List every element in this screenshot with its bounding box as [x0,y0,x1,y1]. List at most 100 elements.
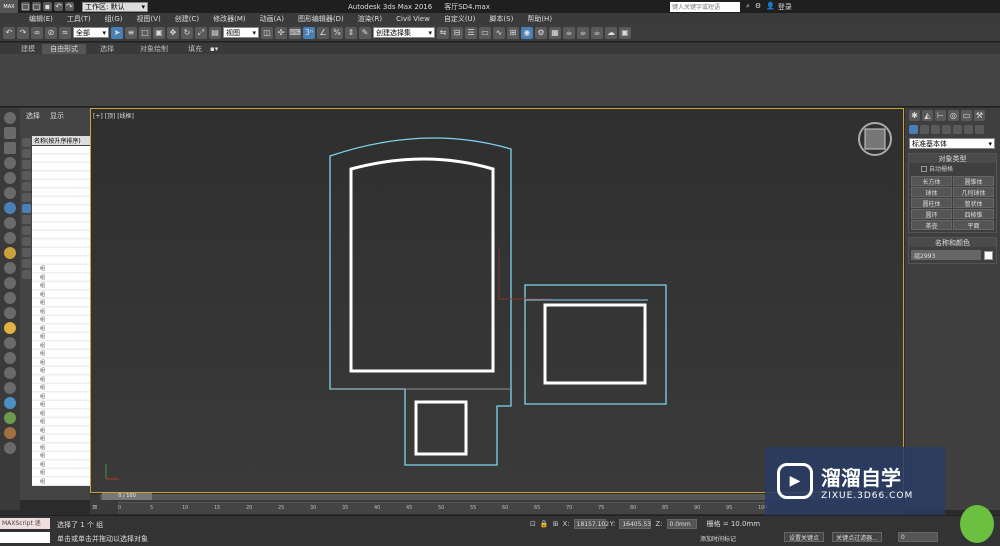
scene-list-header[interactable]: 名称(按升序排序) [32,136,90,145]
scene-filter-xrefs-icon[interactable] [21,215,31,224]
curve-editor-icon[interactable]: ∿ [493,26,505,39]
scene-list-item[interactable] [32,240,90,249]
spinner-snap-icon[interactable]: ⇕ [345,26,357,39]
ribbon-tab-object-paint[interactable]: 对象绘制 [128,44,180,54]
x-coordinate-field[interactable]: 18157.102 [573,519,609,529]
ribbon-tab-populate[interactable]: 填充 [180,44,210,54]
save-icon[interactable]: ▪ [43,2,52,11]
new-file-icon[interactable]: □ [21,2,30,11]
scene-list-item[interactable] [32,146,90,155]
helpers-icon[interactable] [953,125,962,134]
shape-door-outline[interactable] [329,137,512,466]
create-camera-icon[interactable] [4,172,16,184]
create-bone-icon[interactable] [4,352,16,364]
render-activeshade-icon[interactable]: ☕ [591,26,603,39]
scene-list-item[interactable] [32,214,90,223]
add-time-tag[interactable]: 添加时间标记 [700,534,736,543]
scene-list-item[interactable] [32,223,90,232]
align-icon[interactable]: ⊟ [451,26,463,39]
scene-list-item[interactable]: 组 [32,427,90,436]
create-biped-icon[interactable] [4,367,16,379]
undo-icon[interactable]: ↶ [54,2,63,11]
menu-edit[interactable]: 编辑(E) [22,14,60,24]
ribbon-options-icon[interactable]: ▪▾ [210,45,218,53]
scene-tab-select[interactable]: 选择 [26,111,40,120]
scene-list-item[interactable] [32,180,90,189]
geosphere-button[interactable]: 几何球体 [953,187,994,197]
track-bar-icon[interactable]: ≡ [92,503,98,511]
menu-group[interactable]: 组(G) [98,14,130,24]
window-crossing-icon[interactable]: ▣ [153,26,165,39]
create-fluid-icon[interactable] [4,382,16,394]
scene-filter-more-icon[interactable] [21,270,31,279]
scene-filter-helpers-icon[interactable] [21,182,31,191]
display-tab-icon[interactable]: ▭ [961,110,972,121]
lock-icon[interactable]: 🔒 [540,520,549,528]
keyboard-shortcut-icon[interactable]: ⌨ [289,26,301,39]
torus-button[interactable]: 圆环 [911,209,952,219]
time-slider-thumb[interactable]: 0 / 100 [102,493,152,500]
scene-list-item[interactable]: 组 [32,274,90,283]
scene-list-item[interactable]: 组 [32,299,90,308]
create-misc-icon[interactable] [4,442,16,454]
scene-list-item[interactable] [32,206,90,215]
scene-tab-display[interactable]: 显示 [50,111,64,120]
scene-list-item[interactable] [32,257,90,266]
scene-list-item[interactable]: 组 [32,367,90,376]
open-file-icon[interactable]: ▢ [32,2,41,11]
create-tab-icon[interactable]: ✱ [909,110,920,121]
create-globe-icon[interactable] [4,397,16,409]
cameras-icon[interactable] [942,125,951,134]
hierarchy-tab-icon[interactable]: ⊢ [935,110,946,121]
scene-filter-invert-icon[interactable] [21,259,31,268]
rotate-icon[interactable]: ↻ [181,26,193,39]
material-editor-icon[interactable]: ◉ [521,26,533,39]
login-button[interactable]: 登录 [778,2,792,12]
mirror-icon[interactable]: ⇋ [437,26,449,39]
create-system-icon[interactable] [4,232,16,244]
scene-list-item[interactable]: 组 [32,282,90,291]
percent-snap-icon[interactable]: % [331,26,343,39]
shapes-icon[interactable] [920,125,929,134]
scene-list-item[interactable] [32,248,90,257]
spacewarps-icon[interactable] [964,125,973,134]
scene-list-item[interactable]: 组 [32,418,90,427]
set-key-button[interactable]: 设置关键点 [784,532,824,542]
teapot-button[interactable]: 茶壶 [911,220,952,230]
create-light-icon[interactable] [4,157,16,169]
plane-button[interactable]: 平面 [953,220,994,230]
scene-list-item[interactable]: 组 [32,393,90,402]
scale-icon[interactable]: ⤢ [195,26,207,39]
schematic-view-icon[interactable]: ⊞ [507,26,519,39]
menu-views[interactable]: 视图(V) [130,14,168,24]
cylinder-button[interactable]: 圆柱体 [911,198,952,208]
scene-list-item[interactable] [32,231,90,240]
rect-selection-icon[interactable]: □ [139,26,151,39]
ribbon-tab-selection[interactable]: 选择 [86,44,128,54]
scene-list-item[interactable] [32,172,90,181]
scene-list-item[interactable]: 组 [32,401,90,410]
scene-list-item[interactable] [32,155,90,164]
absolute-mode-icon[interactable]: ⊞ [553,520,559,528]
select-by-name-icon[interactable]: ≡ [125,26,137,39]
ribbon-tab-freeform[interactable]: 自由形式 [42,43,86,54]
menu-customize[interactable]: 自定义(U) [437,14,483,24]
rendered-frame-icon[interactable]: ▦ [549,26,561,39]
scene-list-item[interactable]: 组 [32,376,90,385]
create-torus-icon[interactable] [4,277,16,289]
create-box-icon[interactable] [4,127,16,139]
render-setup-icon[interactable]: ⚙ [535,26,547,39]
menu-animation[interactable]: 动画(A) [253,14,291,24]
menu-tools[interactable]: 工具(T) [60,14,98,24]
create-plant-icon[interactable] [4,412,16,424]
create-helper-icon[interactable] [4,187,16,199]
object-type-header[interactable]: 对象类型 [909,154,996,163]
scene-list-item[interactable]: 组 [32,333,90,342]
scene-list-item[interactable] [32,197,90,206]
scene-filter-geometry-icon[interactable] [21,138,31,147]
scene-list-item[interactable]: 组 [32,291,90,300]
render-iterative-icon[interactable]: ☕ [577,26,589,39]
scene-list-item[interactable] [32,163,90,172]
isolate-icon[interactable]: ⊡ [530,520,536,528]
sphere-button[interactable]: 球体 [911,187,952,197]
